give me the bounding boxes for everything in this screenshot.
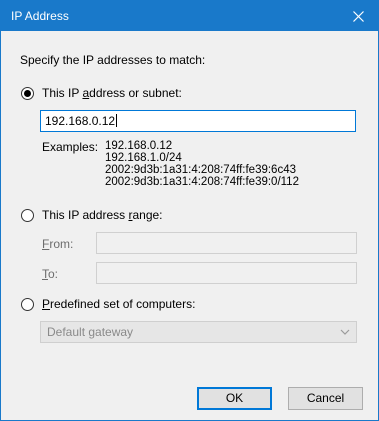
radio-ip-range[interactable] — [21, 209, 34, 222]
radio-ip-subnet[interactable] — [21, 87, 34, 100]
example-item: 2002:9d3b:1a31:4:208:74ff:fe39:6c43 — [105, 164, 296, 176]
cancel-button[interactable]: Cancel — [288, 387, 363, 410]
range-from-input[interactable] — [96, 232, 357, 254]
example-item: 192.168.1.0/24 — [105, 152, 182, 164]
ip-address-dialog: IP Address Specify the IP addresses to m… — [0, 0, 379, 421]
radio-predefined[interactable] — [21, 298, 34, 311]
text-cursor — [116, 114, 118, 127]
to-label: To: — [42, 267, 59, 281]
range-to-input[interactable] — [96, 262, 357, 284]
close-icon — [352, 10, 364, 22]
from-label: From: — [42, 237, 74, 251]
examples-list: 192.168.0.12 192.168.1.0/24 2002:9d3b:1a… — [105, 140, 299, 188]
predefined-dropdown-value: Default gateway — [47, 325, 134, 339]
dialog-content: Specify the IP addresses to match: This … — [1, 31, 378, 420]
example-item: 2002:9d3b:1a31:4:208:74ff:fe39:0/112 — [105, 176, 299, 188]
ok-button[interactable]: OK — [197, 387, 272, 410]
example-item: 192.168.0.12 — [105, 140, 173, 152]
radio-predefined-label[interactable]: Predefined set of computers: — [42, 297, 195, 311]
window-title: IP Address — [11, 9, 69, 23]
close-button[interactable] — [338, 1, 378, 31]
prompt-text: Specify the IP addresses to match: — [20, 53, 206, 67]
ip-subnet-input[interactable]: 192.168.0.12 — [40, 110, 356, 132]
predefined-dropdown[interactable]: Default gateway — [40, 321, 357, 343]
examples-label: Examples: — [42, 140, 99, 154]
title-bar: IP Address — [1, 1, 378, 31]
radio-ip-range-label[interactable]: This IP address range: — [42, 208, 163, 222]
radio-ip-subnet-label[interactable]: This IP address or subnet: — [42, 86, 182, 100]
chevron-down-icon — [340, 329, 350, 335]
